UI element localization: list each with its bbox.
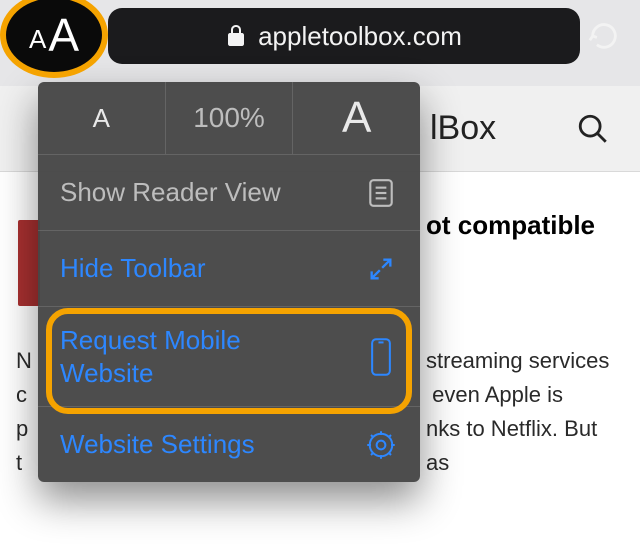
refresh-button[interactable] bbox=[582, 10, 626, 62]
lock-icon bbox=[226, 24, 246, 48]
gear-icon bbox=[364, 430, 398, 460]
search-icon[interactable] bbox=[576, 112, 610, 146]
text-size-button[interactable]: A A bbox=[0, 0, 108, 78]
menu-label: Request Mobile Website bbox=[60, 324, 320, 389]
article-thumbnail bbox=[18, 220, 40, 306]
text-size-menu: A 100% A Show Reader View Hide Toolbar R… bbox=[38, 82, 420, 482]
address-bar-domain: appletoolbox.com bbox=[258, 21, 462, 52]
website-settings[interactable]: Website Settings bbox=[38, 406, 420, 482]
zoom-level: 100% bbox=[166, 82, 294, 154]
paragraph-fragment: streaming services even Apple is nks to … bbox=[426, 344, 618, 480]
menu-label: Show Reader View bbox=[60, 177, 281, 208]
zoom-out-button[interactable]: A bbox=[38, 82, 166, 154]
reader-icon bbox=[364, 178, 398, 208]
menu-label: Website Settings bbox=[60, 429, 255, 460]
request-mobile-website[interactable]: Request Mobile Website bbox=[38, 306, 420, 406]
headline-fragment: ot compatible bbox=[426, 210, 595, 241]
address-bar[interactable]: appletoolbox.com bbox=[108, 8, 580, 64]
expand-icon bbox=[364, 255, 398, 283]
aa-big-icon: A bbox=[48, 8, 79, 62]
zoom-in-button[interactable]: A bbox=[293, 82, 420, 154]
menu-label: Hide Toolbar bbox=[60, 253, 206, 284]
aa-small-icon: A bbox=[29, 24, 46, 55]
site-title-fragment: lBox bbox=[430, 109, 496, 148]
show-reader-view[interactable]: Show Reader View bbox=[38, 154, 420, 230]
phone-icon bbox=[364, 338, 398, 376]
hide-toolbar[interactable]: Hide Toolbar bbox=[38, 230, 420, 306]
